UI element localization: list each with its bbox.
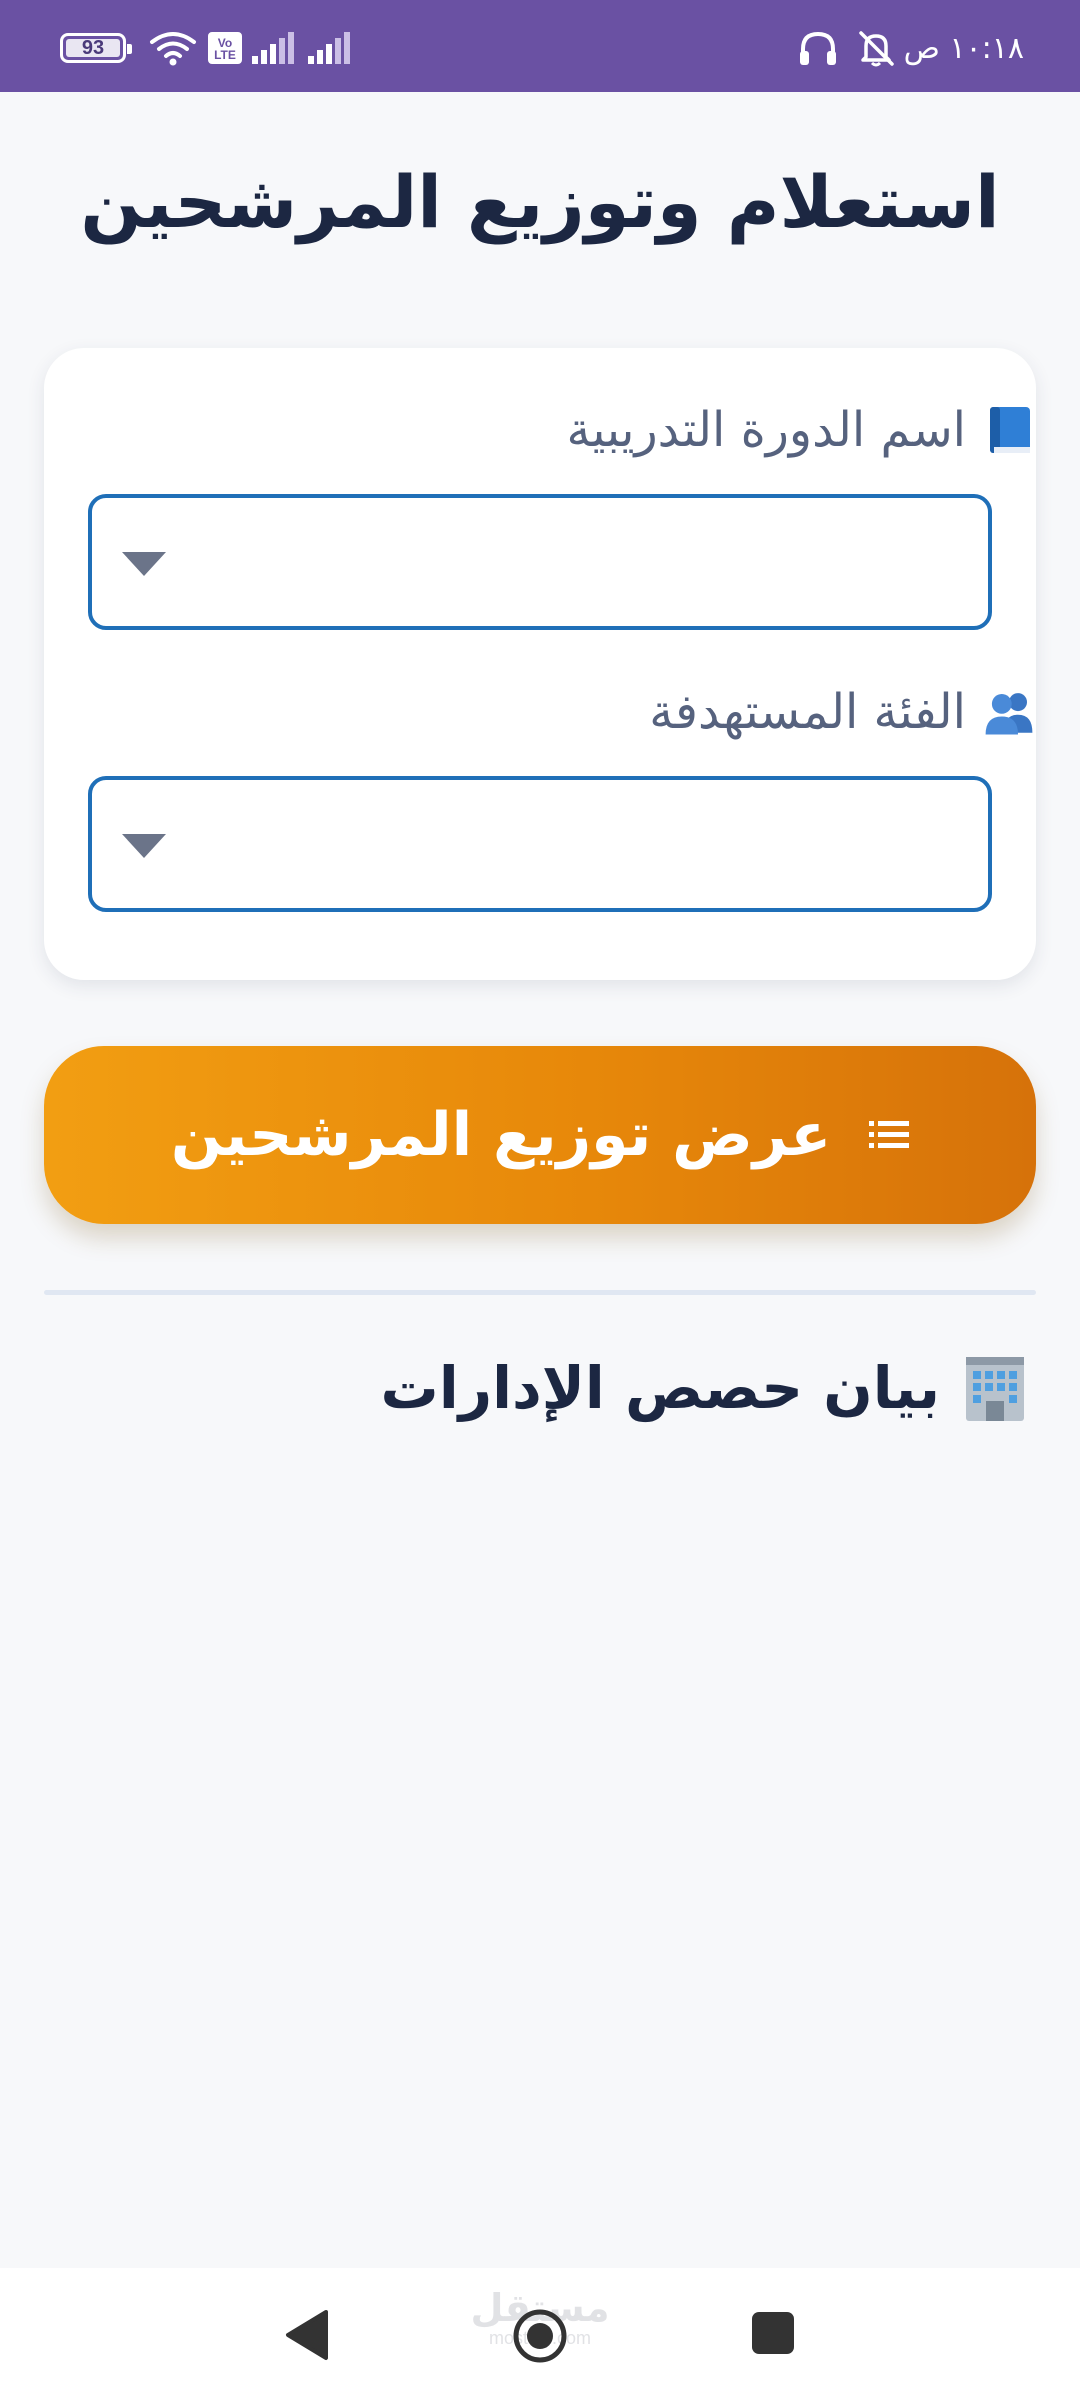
battery-level: 93 [66,37,120,59]
department-quotas-heading-text: بيان حصص الإدارات [380,1354,940,1422]
target-group-label: الفئة المستهدفة [649,672,1036,752]
show-distribution-button[interactable]: عرض توزيع المرشحين [44,1046,1036,1224]
signal-icon-sim1 [252,32,294,64]
show-distribution-label: عرض توزيع المرشحين [170,1100,832,1170]
department-quotas-heading: بيان حصص الإدارات [381,1342,1032,1434]
navigation-bar: مستقل mostaql.com [0,2268,1080,2400]
volte-icon: Vo LTE [208,32,242,64]
battery-icon: 93 [60,33,132,63]
home-icon[interactable] [510,2306,570,2366]
chevron-down-icon [122,552,166,576]
headset-icon [799,31,836,65]
office-building-icon [966,1357,1024,1421]
chevron-down-icon [122,834,166,858]
course-name-select[interactable] [88,494,992,630]
target-group-label-text: الفئة المستهدفة [649,684,966,740]
status-bar: 93 Vo LTE ١٠:١٨ ص [0,0,1080,92]
list-icon [869,1121,910,1148]
course-name-label: اسم الدورة التدريبية [566,390,1036,470]
people-icon [985,693,1033,735]
recents-icon[interactable] [752,2312,794,2354]
blue-book-icon [990,407,1030,453]
course-name-label-text: اسم الدورة التدريبية [566,402,966,458]
status-icons-right: ١٠:١٨ ص [798,30,1024,67]
signal-icon-sim2 [308,32,350,64]
status-time: ١٠:١٨ ص [903,30,1024,66]
status-icons-left: 93 Vo LTE [60,30,354,66]
target-group-select[interactable] [88,776,992,912]
volte-label-bottom: LTE [214,48,236,62]
back-icon[interactable] [282,2308,330,2362]
divider [44,1290,1036,1295]
wifi-icon [150,32,196,66]
page-title: استعلام وتوزيع المرشحين [80,160,1000,244]
bell-off-icon [858,31,894,67]
